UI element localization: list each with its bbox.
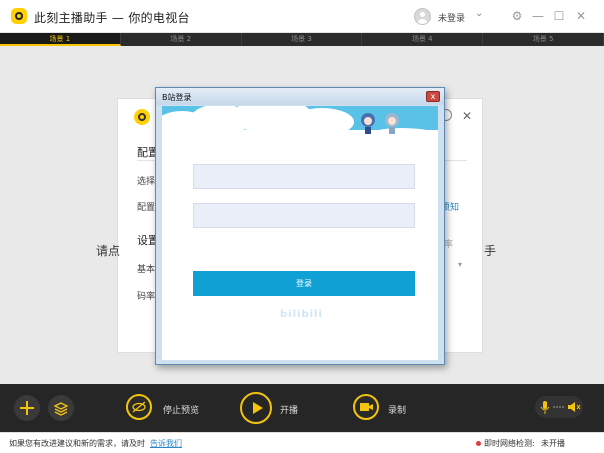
- feedback-link[interactable]: 告诉我们: [150, 438, 182, 449]
- login-titlebar: B站登录 x: [156, 88, 444, 105]
- audio-controls[interactable]: [535, 396, 583, 418]
- add-source-button[interactable]: [14, 395, 40, 421]
- network-check-label: 即时网络检测:: [484, 439, 535, 448]
- plus-icon: [20, 401, 34, 415]
- bilibili-watermark: bilibili: [280, 309, 323, 320]
- record-button[interactable]: [353, 394, 379, 420]
- hint-right-text: 手: [484, 244, 497, 258]
- bilibili-login-window: B站登录 x 登录 bilibili: [155, 87, 445, 365]
- row-bitrate-label: 码率: [137, 292, 156, 302]
- stop-preview-label[interactable]: 停止预览: [163, 403, 199, 416]
- tab-scene-3[interactable]: 场景 3: [242, 33, 363, 46]
- maximize-icon[interactable]: ☐: [551, 8, 567, 24]
- login-status[interactable]: 未登录: [438, 11, 465, 24]
- scene-tab-bar: 场景 1 场景 2 场景 3 场景 4 场景 5: [0, 33, 604, 46]
- username-input[interactable]: [193, 164, 415, 189]
- cloud-banner-icon: [162, 106, 438, 148]
- tab-scene-4[interactable]: 场景 4: [362, 33, 484, 46]
- settings-gear-icon[interactable]: ⚙: [509, 8, 525, 24]
- bottom-toolbar: 停止预览 开播 录制: [0, 384, 604, 432]
- feedback-text: 如果您有改进建议和新的需求，请及时: [9, 439, 145, 448]
- app-logo-icon: [11, 8, 27, 24]
- tab-scene-5[interactable]: 场景 5: [483, 33, 604, 46]
- layers-button[interactable]: [48, 395, 74, 421]
- network-status-dot-icon: [476, 441, 481, 446]
- row-config-label: 配置: [137, 203, 156, 213]
- dropdown-arrow-icon[interactable]: ▾: [458, 260, 462, 269]
- hint-left-text: 请点: [96, 244, 121, 258]
- mic-speaker-icon: [540, 401, 581, 414]
- title-bar: 此刻主播助手 — 你的电视台 未登录 ⌄ ⚙ — ☐ ✕: [0, 0, 604, 33]
- eye-off-icon: [132, 401, 146, 413]
- dialog-logo-icon: [134, 109, 150, 125]
- dialog-close-icon[interactable]: ✕: [462, 109, 472, 123]
- status-bar: 如果您有改进建议和新的需求，请及时 告诉我们 即时网络检测: 未开播: [0, 432, 604, 453]
- tab-scene-1[interactable]: 场景 1: [0, 33, 121, 46]
- row-basic-label: 基本: [137, 265, 156, 275]
- app-title: 此刻主播助手 — 你的电视台: [34, 11, 190, 25]
- stop-preview-button[interactable]: [126, 394, 152, 420]
- record-label[interactable]: 录制: [388, 403, 406, 416]
- network-check-value: 未开播: [541, 439, 565, 448]
- start-stream-button[interactable]: [240, 392, 272, 424]
- start-stream-label[interactable]: 开播: [280, 403, 298, 416]
- password-input[interactable]: [193, 203, 415, 228]
- video-camera-icon: [360, 403, 373, 411]
- login-body: 登录 bilibili: [162, 106, 438, 360]
- rate-label: 率: [444, 240, 454, 250]
- login-window-title: B站登录: [162, 93, 192, 102]
- login-close-button[interactable]: x: [426, 91, 440, 102]
- close-window-icon[interactable]: ✕: [573, 8, 589, 24]
- user-avatar[interactable]: [414, 8, 431, 25]
- layers-icon: [53, 402, 69, 416]
- minimize-icon[interactable]: —: [530, 8, 546, 24]
- row-select-label: 选择: [137, 177, 156, 187]
- chevron-down-icon[interactable]: ⌄: [475, 8, 483, 19]
- tab-scene-2[interactable]: 场景 2: [121, 33, 242, 46]
- login-button[interactable]: 登录: [193, 271, 415, 296]
